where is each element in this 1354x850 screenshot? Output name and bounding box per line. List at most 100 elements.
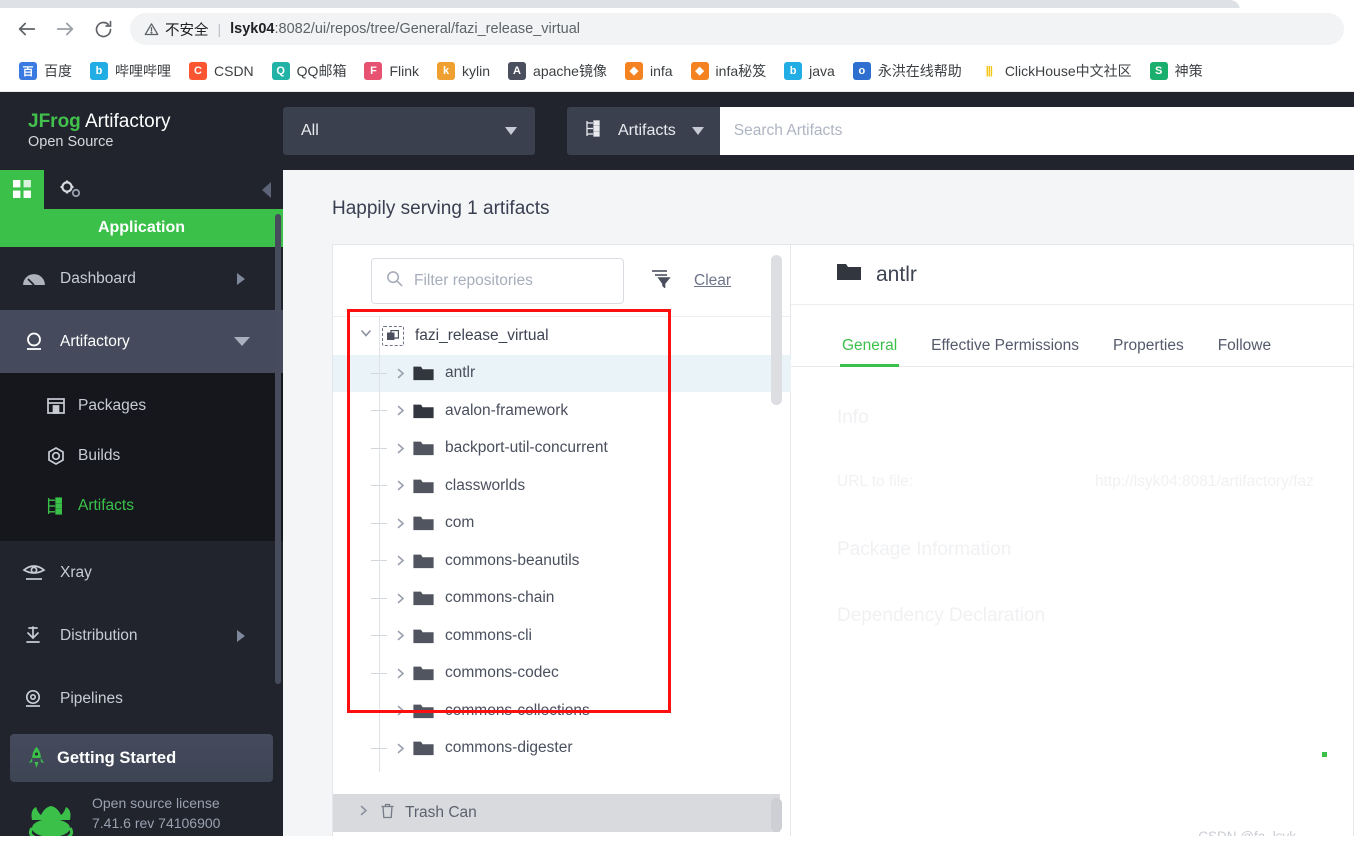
search-placeholder: Search Artifacts (734, 122, 843, 140)
tab-followe[interactable]: Followe (1201, 337, 1288, 366)
tree-row-folder[interactable]: antlr (333, 355, 791, 393)
packages-icon (46, 396, 78, 416)
folder-icon (413, 628, 443, 644)
forward-icon[interactable] (46, 10, 84, 48)
detail-title: antlr (876, 263, 917, 287)
chevron-down-icon[interactable] (359, 326, 373, 345)
chevron-right-icon[interactable] (387, 629, 413, 642)
chevron-right-icon[interactable] (387, 442, 413, 455)
filter-placeholder: Filter repositories (414, 272, 533, 290)
bookmark-item[interactable]: FFlink (355, 56, 428, 86)
sidebar-item-dashboard[interactable]: Dashboard (0, 247, 283, 310)
sidebar-item-xray[interactable]: Xray (0, 541, 283, 604)
arrow-right-icon (237, 630, 245, 642)
tree-row-folder[interactable]: commons-collections (333, 692, 791, 730)
chevron-right-icon[interactable] (387, 704, 413, 717)
back-icon[interactable] (8, 10, 46, 48)
search-type-select[interactable]: Artifacts (567, 107, 720, 155)
gear-settings-icon[interactable] (58, 179, 84, 201)
tree-row-folder[interactable]: commons-beanutils (333, 542, 791, 580)
tree-row-trash-can[interactable]: Trash Can (333, 794, 780, 832)
bookmark-item[interactable]: ◆infa (616, 56, 682, 86)
logo-edition: Open Source (28, 134, 283, 151)
chevron-right-icon[interactable] (387, 479, 413, 492)
bookmark-item[interactable]: 百百度 (10, 56, 81, 86)
info-heading: Info (837, 407, 1353, 429)
logo-product: Artifactory (81, 111, 171, 132)
tab-effective-permissions[interactable]: Effective Permissions (914, 337, 1096, 366)
sidebar-item-distribution[interactable]: Distribution (0, 604, 283, 667)
bookmark-item[interactable]: ◆infa秘笈 (682, 56, 776, 86)
apps-grid-icon[interactable] (0, 170, 44, 209)
yonghong-icon: o (853, 62, 871, 80)
tree-row-folder[interactable]: commons-chain (333, 580, 791, 618)
xray-eye-icon (22, 563, 56, 583)
chevron-right-icon[interactable] (387, 517, 413, 530)
tree-scrollbar[interactable] (771, 255, 782, 405)
security-label: 不安全 (165, 19, 209, 40)
sidebar-item-artifacts[interactable]: Artifacts (0, 481, 283, 531)
sidebar-item-artifactory[interactable]: Artifactory (0, 310, 283, 373)
bookmark-item[interactable]: CCSDN (180, 56, 263, 86)
collapse-left-icon[interactable] (262, 182, 271, 198)
bookmark-label: infa秘笈 (716, 61, 767, 81)
tree-row-folder[interactable]: com (333, 505, 791, 543)
sidebar-item-packages[interactable]: Packages (0, 381, 283, 431)
tree-root-label: fazi_release_virtual (415, 327, 549, 345)
chevron-right-icon[interactable] (387, 667, 413, 680)
tree-row-folder[interactable]: avalon-framework (333, 392, 791, 430)
trash-scrollbar-thumb[interactable] (771, 798, 782, 832)
chevron-right-icon[interactable] (357, 804, 370, 822)
tab-properties[interactable]: Properties (1096, 337, 1201, 366)
tree-row-label: commons-codec (445, 664, 559, 682)
bookmark-item[interactable]: |||ClickHouse中文社区 (971, 56, 1141, 86)
sidebar-item-pipelines[interactable]: Pipelines (0, 667, 283, 730)
artifact-detail-pane: antlr GeneralEffective PermissionsProper… (791, 245, 1353, 843)
filter-funnel-icon[interactable] (650, 268, 672, 293)
repository-tree-pane: Filter repositories Clear (333, 245, 791, 845)
clear-filter-link[interactable]: Clear (694, 272, 731, 290)
tree-row-folder[interactable]: commons-cli (333, 617, 791, 655)
url-path: :8082/ui/repos/tree/General/fazi_release… (275, 21, 580, 37)
url-to-file-value: http://lsyk04:8081/artifactory/faz (1095, 473, 1314, 491)
tree-row-folder[interactable]: commons-codec (333, 655, 791, 693)
getting-started-button[interactable]: Getting Started (10, 734, 273, 782)
app-logo[interactable]: JFrog Artifactory Open Source (0, 111, 283, 151)
tab-general[interactable]: General (825, 337, 914, 366)
bookmark-item[interactable]: QQQ邮箱 (263, 56, 356, 86)
sidebar-scrollbar[interactable] (275, 214, 281, 684)
baidu-icon: 百 (19, 62, 37, 80)
bookmark-item[interactable]: b哔哩哔哩 (81, 56, 180, 86)
tree-row-label: antlr (445, 364, 475, 382)
bilibili-icon: b (90, 62, 108, 80)
chevron-right-icon[interactable] (387, 742, 413, 755)
reload-icon[interactable] (84, 10, 122, 48)
address-bar[interactable]: 不安全 | lsyk04 :8082/ui/repos/tree/General… (130, 13, 1344, 45)
chevron-right-icon[interactable] (387, 404, 413, 417)
bookmark-label: 神策 (1175, 61, 1203, 81)
filter-repositories-input[interactable]: Filter repositories (371, 258, 624, 304)
sidebar-item-label: Dashboard (60, 270, 136, 288)
bookmark-item[interactable]: kkylin (428, 56, 499, 86)
application-header[interactable]: Application (0, 209, 283, 247)
chevron-down-icon (234, 337, 250, 346)
sidebar-item-builds[interactable]: Builds (0, 431, 283, 481)
chevron-right-icon[interactable] (387, 554, 413, 567)
bookmark-item[interactable]: Aapache镜像 (499, 56, 616, 86)
chevron-right-icon[interactable] (387, 592, 413, 605)
bookmark-label: kylin (462, 63, 490, 79)
bookmark-label: 永洪在线帮助 (878, 61, 962, 81)
chevron-right-icon[interactable] (387, 367, 413, 380)
url-to-file-label: URL to file: (837, 473, 1095, 491)
tree-row-root[interactable]: fazi_release_virtual (333, 317, 791, 355)
tree-row-folder[interactable]: backport-util-concurrent (333, 430, 791, 468)
sidebar: Application Dashboard Artifactory (0, 170, 283, 850)
bookmark-item[interactable]: bjava (775, 56, 844, 86)
tree-row-folder[interactable]: classworlds (333, 467, 791, 505)
bookmark-item[interactable]: S神策 (1141, 56, 1212, 86)
tree-row-folder[interactable]: commons-digester (333, 730, 791, 768)
bookmark-item[interactable]: o 永洪在线帮助 (844, 56, 971, 86)
scope-select[interactable]: All (283, 107, 535, 155)
detail-tabs: GeneralEffective PermissionsPropertiesFo… (791, 305, 1353, 367)
search-artifacts-input[interactable]: Search Artifacts (720, 107, 1354, 155)
